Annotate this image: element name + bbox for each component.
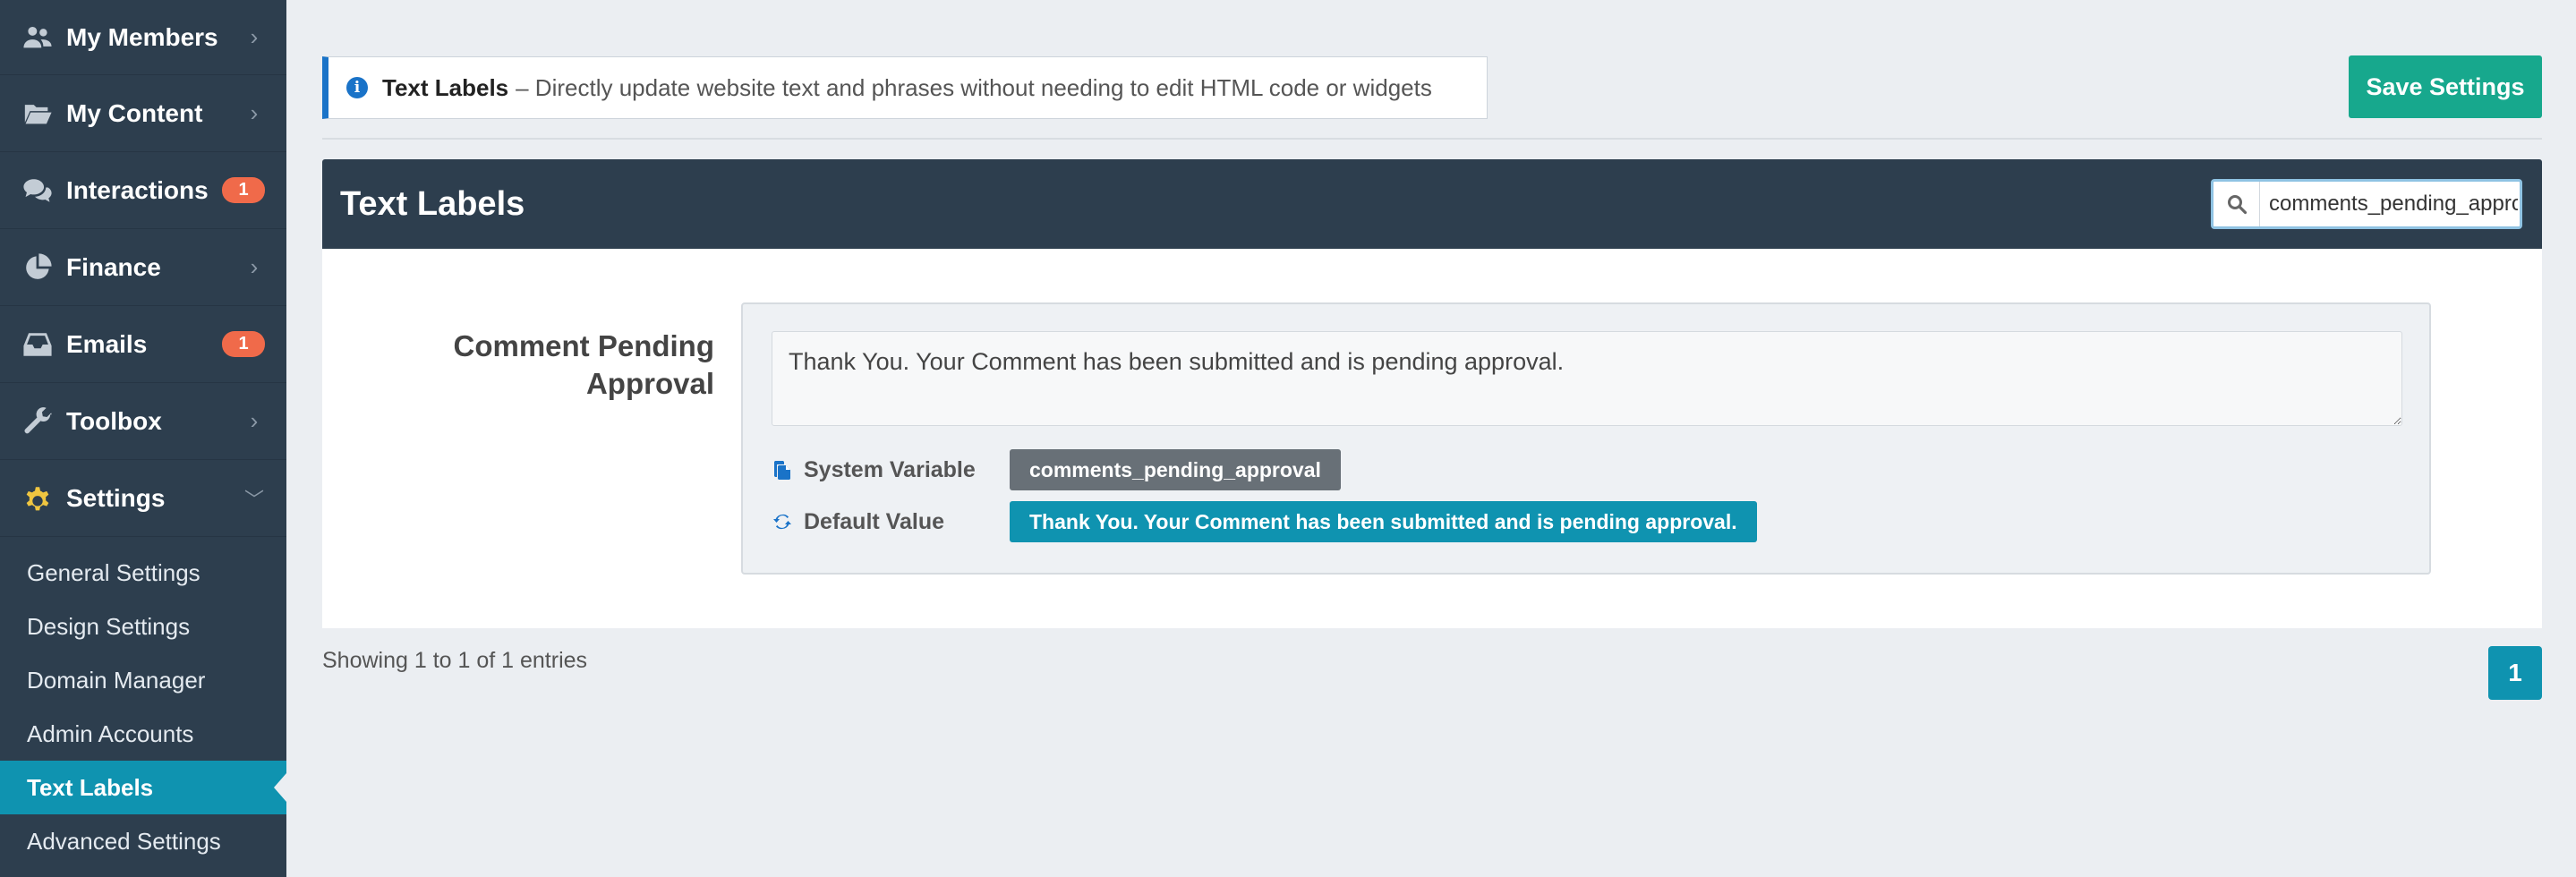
submenu-item-admin-accounts[interactable]: Admin Accounts (0, 707, 286, 761)
sidebar-item-interactions[interactable]: Interactions 1 (0, 152, 286, 229)
submenu-item-advanced-settings[interactable]: Advanced Settings (0, 814, 286, 868)
wrench-icon (21, 405, 54, 438)
system-variable-tag[interactable]: comments_pending_approval (1010, 449, 1341, 490)
copy-icon (772, 459, 793, 481)
refresh-icon (772, 511, 793, 532)
sidebar-item-label: My Content (66, 98, 203, 127)
sidebar-item-label: My Members (66, 22, 218, 51)
divider (322, 138, 2542, 140)
inbox-icon (21, 328, 54, 361)
chevron-right-icon: › (250, 23, 259, 50)
sidebar: My Members › My Content › Interactions 1… (0, 0, 286, 877)
search-icon (2213, 182, 2260, 226)
comments-icon (21, 175, 54, 207)
text-label-textarea[interactable] (772, 331, 2402, 426)
default-value-tag[interactable]: Thank You. Your Comment has been submitt… (1010, 501, 1757, 542)
submenu-item-general-settings[interactable]: General Settings (0, 546, 286, 600)
users-icon (21, 21, 54, 54)
search-input[interactable] (2260, 192, 2518, 217)
pagination-page-1[interactable]: 1 (2488, 646, 2542, 700)
sidebar-item-toolbox[interactable]: Toolbox › (0, 383, 286, 460)
sidebar-item-label: Toolbox (66, 406, 162, 435)
submenu-item-text-labels[interactable]: Text Labels (0, 761, 286, 814)
field-label: Comment Pending Approval (453, 329, 714, 400)
submenu-item-design-settings[interactable]: Design Settings (0, 600, 286, 653)
info-banner: i Text Labels – Directly update website … (322, 56, 1488, 119)
settings-submenu: General Settings Design Settings Domain … (0, 537, 286, 868)
search-box (2211, 179, 2522, 229)
submenu-item-domain-manager[interactable]: Domain Manager (0, 653, 286, 707)
sidebar-item-label: Settings (66, 483, 166, 512)
default-value-label: Default Value (804, 508, 944, 534)
default-value-row: Default Value Thank You. Your Comment ha… (772, 501, 1757, 542)
banner-title: Text Labels (382, 73, 509, 101)
chevron-right-icon: › (250, 99, 259, 126)
panel-title: Text Labels (340, 184, 525, 223)
panel-header: Text Labels (322, 159, 2542, 249)
system-variable-label: System Variable (804, 456, 976, 482)
pie-chart-icon (21, 251, 54, 284)
entries-info: Showing 1 to 1 of 1 entries (322, 648, 588, 673)
notification-badge: 1 (222, 331, 265, 357)
chevron-down-icon: ﹀ (243, 488, 264, 511)
gear-icon (21, 482, 54, 515)
sidebar-item-my-members[interactable]: My Members › (0, 0, 286, 75)
save-settings-button[interactable]: Save Settings (2349, 55, 2542, 118)
sidebar-item-label: Interactions (66, 175, 209, 204)
info-icon: i (346, 77, 368, 98)
sidebar-item-label: Emails (66, 329, 148, 358)
folder-open-icon (21, 98, 54, 130)
notification-badge: 1 (222, 177, 265, 203)
banner-description: – Directly update website text and phras… (516, 73, 1432, 101)
text-label-card: System Variable comments_pending_approva… (741, 302, 2431, 575)
sidebar-item-settings[interactable]: Settings ﹀ (0, 460, 286, 537)
sidebar-item-label: Finance (66, 252, 161, 281)
sidebar-item-my-content[interactable]: My Content › (0, 75, 286, 152)
chevron-right-icon: › (250, 253, 259, 280)
system-variable-row: System Variable comments_pending_approva… (772, 449, 1341, 490)
sidebar-item-finance[interactable]: Finance › (0, 229, 286, 306)
chevron-right-icon: › (250, 407, 259, 434)
sidebar-item-emails[interactable]: Emails 1 (0, 306, 286, 383)
